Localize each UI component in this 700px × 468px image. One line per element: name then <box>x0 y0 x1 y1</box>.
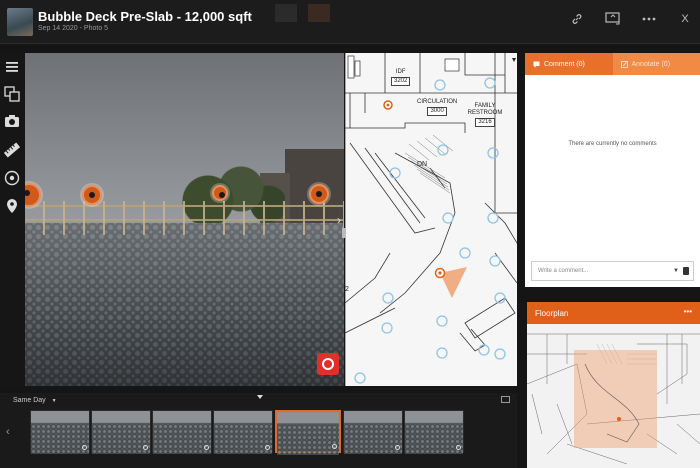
date-filter-label: Same Day <box>13 397 46 404</box>
comment-icon <box>533 61 540 68</box>
more-icon[interactable] <box>640 10 658 28</box>
page-title: Bubble Deck Pre-Slab - 12,000 sqft <box>38 9 252 24</box>
pano-icon <box>456 445 461 450</box>
floorplan-panel-title: Floorplan <box>535 308 569 318</box>
stair-label: DN <box>417 161 428 168</box>
pano-icon <box>82 445 87 450</box>
pano-icon <box>265 445 270 450</box>
room-label: FAMILY RESTROOM 3216 <box>465 103 505 127</box>
chevron-down-icon[interactable]: ▼ <box>673 268 679 274</box>
tab-annotate-label: Annotate (0) <box>631 60 671 68</box>
chevron-down-icon[interactable] <box>257 395 263 399</box>
filmstrip-frame[interactable] <box>30 410 90 454</box>
measure-icon[interactable] <box>3 141 21 159</box>
floorplan-panel-header: Floorplan <box>527 302 700 324</box>
filmstrip-frame[interactable] <box>91 410 151 454</box>
annotate-icon <box>620 60 628 68</box>
record-icon[interactable] <box>3 169 21 187</box>
room-number: 3000 <box>427 107 447 116</box>
minimap-drawing <box>527 333 700 465</box>
comment-placeholder: Write a comment... <box>538 268 589 274</box>
header-bar: Bubble Deck Pre-Slab - 12,000 sqft Sep 1… <box>0 0 700 44</box>
comments-panel: Comment (0) Annotate (0) There are curre… <box>525 53 700 287</box>
expand-icon[interactable] <box>501 396 510 403</box>
filmstrip-frame[interactable] <box>343 410 403 454</box>
room-name: CIRCULATION <box>417 99 458 105</box>
pano-next-icon[interactable]: › <box>337 213 341 227</box>
filmstrip-frame[interactable] <box>404 410 464 454</box>
page-subtitle: Sep 14 2020 - Photo 5 <box>38 25 109 32</box>
floorplan-panel: Floorplan ••• <box>527 302 700 468</box>
monitor-icon[interactable] <box>604 10 622 28</box>
comment-input[interactable]: Write a comment... ▼ <box>531 261 694 281</box>
header-actions: X <box>568 10 694 28</box>
filmstrip: Same Day ▼ ‹ <box>0 393 517 468</box>
pano-icon <box>332 444 337 449</box>
compare-icon[interactable] <box>3 85 21 103</box>
menu-icon[interactable] <box>3 58 21 76</box>
room-number: 3202 <box>391 77 411 86</box>
brand-logo-icon <box>317 353 339 375</box>
room-label: CIRCULATION 3000 <box>417 99 457 116</box>
floorplan-minimap[interactable] <box>527 324 700 468</box>
pano-icon <box>204 445 209 450</box>
app-window: Bubble Deck Pre-Slab - 12,000 sqft Sep 1… <box>0 0 700 468</box>
grid-label: 2 <box>345 286 349 293</box>
filmstrip-frame[interactable] <box>213 410 273 454</box>
room-name: IDF <box>395 69 406 75</box>
split-handle[interactable] <box>342 228 346 238</box>
floorplan-viewer[interactable]: IDF 3202 CIRCULATION 3000 FAMILY RESTROO… <box>345 53 517 386</box>
comments-tabs: Comment (0) Annotate (0) <box>525 53 700 75</box>
photo-pin[interactable] <box>212 185 228 201</box>
header-bg-square <box>308 4 330 22</box>
photo-pin[interactable] <box>309 184 329 204</box>
tab-comment[interactable]: Comment (0) <box>525 53 613 75</box>
filmstrip-frame-selected[interactable] <box>275 410 341 455</box>
pano-deck-shade <box>25 223 344 386</box>
more-icon[interactable]: ••• <box>684 307 692 316</box>
pano-icon <box>143 445 148 450</box>
date-filter-dropdown[interactable]: Same Day ▼ <box>13 397 57 404</box>
location-pin-icon[interactable] <box>3 197 21 215</box>
left-toolbar <box>0 52 24 387</box>
camera-icon[interactable] <box>3 112 21 130</box>
room-number: 3216 <box>475 118 495 127</box>
lock-icon[interactable] <box>683 267 689 275</box>
chevron-left-icon[interactable]: ‹ <box>6 426 10 438</box>
chevron-down-icon: ▼ <box>51 398 57 404</box>
empty-comments-text: There are currently no comments <box>568 141 657 147</box>
pano-railing <box>25 201 344 235</box>
project-thumbnail[interactable] <box>7 8 33 36</box>
room-label: IDF 3202 <box>391 69 411 86</box>
filmstrip-frame[interactable] <box>152 410 212 454</box>
photo-pin[interactable] <box>82 185 102 205</box>
pano-icon <box>395 445 400 450</box>
tab-annotate[interactable]: Annotate (0) <box>612 53 700 75</box>
header-bg-square <box>275 4 297 22</box>
link-icon[interactable] <box>568 10 586 28</box>
close-icon[interactable]: X <box>676 10 694 28</box>
panorama-viewer[interactable]: › <box>25 53 344 386</box>
tab-comment-label: Comment (0) <box>544 60 585 68</box>
room-name: FAMILY RESTROOM <box>467 103 503 116</box>
